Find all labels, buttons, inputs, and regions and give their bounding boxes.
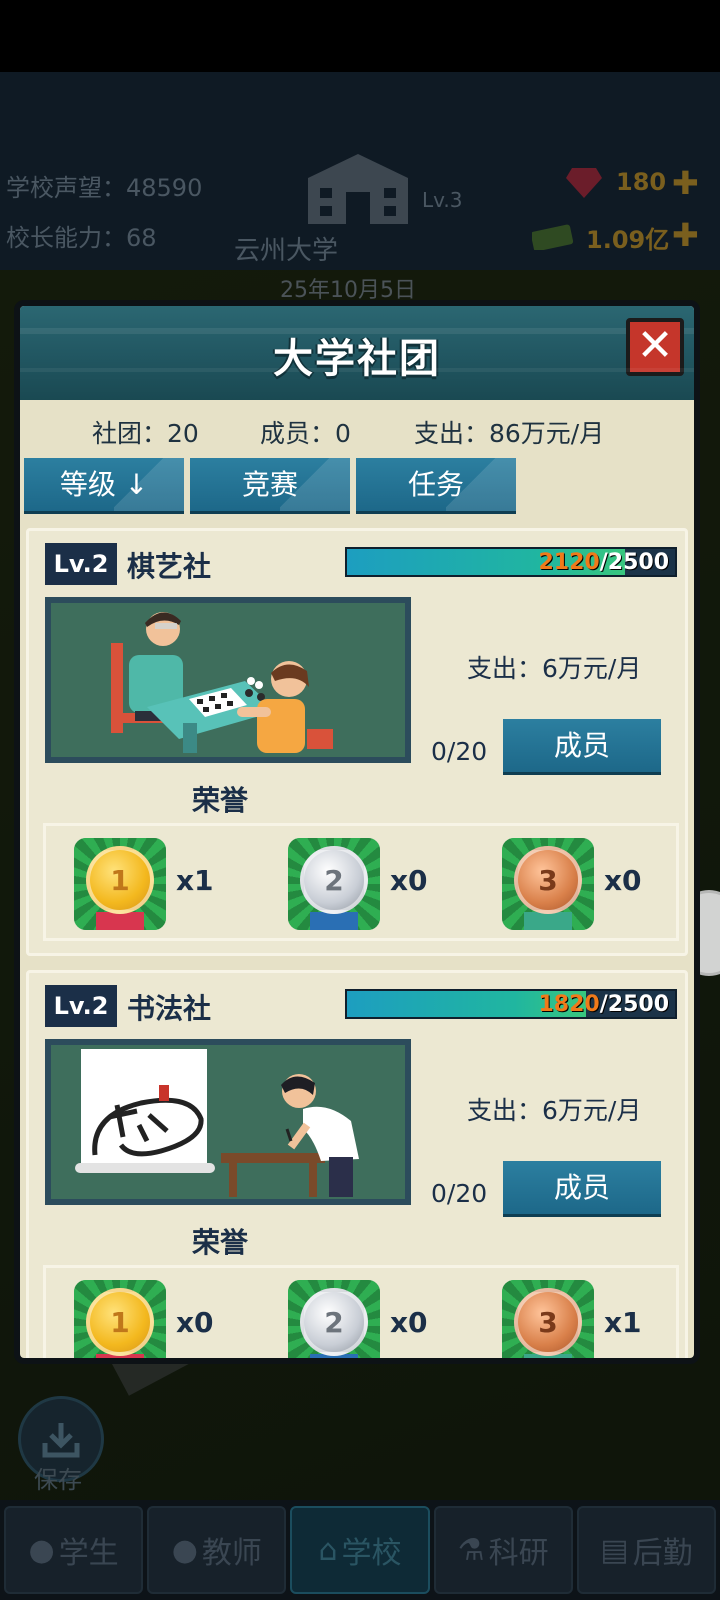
- club-level-badge: Lv.2: [45, 985, 117, 1027]
- club-card: Lv.2 书法社 1820/2500 支出：6万元/月 0/20 成员 荣誉 1…: [26, 970, 688, 1358]
- total-expense: 支出：86万元/月: [414, 419, 605, 448]
- bronze-medal-icon: 3: [502, 838, 594, 930]
- club-count: 社团：20: [92, 419, 199, 448]
- school-info-bar: 学校声望：48590 校长能力：68 Lv.3 云州大学 180 ✚ 1.09亿…: [0, 72, 720, 270]
- club-member-count: 0/20: [431, 737, 488, 766]
- sort-level-button[interactable]: 等级 ↓: [24, 458, 184, 514]
- gold-medal-count: x0: [176, 1306, 214, 1339]
- money-icon: [532, 224, 574, 250]
- nav-research-label: 科研: [488, 1536, 549, 1571]
- members-button[interactable]: 成员: [503, 1161, 661, 1217]
- principal-ability-label: 校长能力：68: [6, 224, 157, 252]
- club-list[interactable]: Lv.2 棋艺社 2120/2500 支出：6万元/月 0/20 成员 荣誉 1…: [26, 528, 688, 1358]
- school-icon: ⌂: [318, 1532, 338, 1568]
- dialog-title: 大学社团: [273, 336, 441, 382]
- honor-title: 荣誉: [191, 1226, 248, 1259]
- club-expense: 支出：6万元/月: [467, 654, 642, 683]
- gem-icon: [566, 168, 602, 198]
- club-progress-text: 1820/2500: [539, 992, 670, 1017]
- club-progress-current: 2120: [538, 550, 600, 575]
- add-money-icon[interactable]: ✚: [672, 216, 699, 254]
- game-date: 25年10月5日: [280, 278, 416, 303]
- reputation-label: 学校声望：48590: [6, 174, 203, 202]
- silver-medal-count: x0: [390, 1306, 428, 1339]
- student-icon: ●: [28, 1532, 55, 1568]
- research-icon: ⚗: [457, 1532, 485, 1568]
- club-progress-current: 1820: [538, 992, 600, 1017]
- club-progress-max: /2500: [599, 992, 669, 1017]
- club-stats: 社团：20 成员：0 支出：86万元/月: [20, 406, 694, 458]
- status-bar: [0, 0, 720, 72]
- gold-medal-icon: 1: [74, 838, 166, 930]
- gem-count: 180: [616, 168, 667, 196]
- club-level-badge: Lv.2: [45, 543, 117, 585]
- school-level: Lv.3: [422, 188, 463, 212]
- nav-research[interactable]: ⚗ 科研: [433, 1506, 573, 1594]
- club-progress-bar: 1820/2500: [345, 989, 677, 1019]
- chess-club-illustration: [45, 597, 411, 763]
- member-count: 成员：0: [260, 419, 351, 448]
- honor-box: 1 x1 2 x0 3 x0: [43, 823, 679, 941]
- bronze-medal-count: x0: [604, 864, 642, 897]
- nav-logistics-label: 后勤: [632, 1536, 693, 1571]
- school-building-icon: [308, 154, 408, 224]
- club-card: Lv.2 棋艺社 2120/2500 支出：6万元/月 0/20 成员 荣誉 1…: [26, 528, 688, 956]
- calligraphy-image: [75, 1049, 359, 1197]
- nav-teachers-label: 教师: [201, 1536, 262, 1571]
- gold-medal-rank: 1: [86, 1288, 154, 1356]
- club-expense: 支出：6万元/月: [467, 1096, 642, 1125]
- nav-teachers[interactable]: ● 教师: [147, 1506, 287, 1594]
- honor-title: 荣誉: [191, 784, 248, 817]
- club-name: 书法社: [127, 992, 212, 1025]
- competition-button[interactable]: 竞赛: [190, 458, 350, 514]
- nav-logistics[interactable]: ▤ 后勤: [576, 1506, 717, 1594]
- nav-students[interactable]: ● 学生: [4, 1506, 144, 1594]
- bronze-medal-icon: 3: [502, 1280, 594, 1358]
- nav-school[interactable]: ⌂ 学校: [290, 1506, 430, 1594]
- club-member-count: 0/20: [431, 1179, 488, 1208]
- members-button[interactable]: 成员: [503, 719, 661, 775]
- silver-medal-count: x0: [390, 864, 428, 897]
- calligraphy-club-illustration: [45, 1039, 411, 1205]
- club-dialog: 大学社团 ✕ 社团：20 成员：0 支出：86万元/月 等级 ↓ 竞赛 任务 L…: [14, 300, 700, 1364]
- close-icon: ✕: [636, 320, 674, 371]
- bronze-medal-rank: 3: [514, 1288, 582, 1356]
- club-progress-text: 2120/2500: [539, 550, 670, 575]
- download-icon: [42, 1423, 80, 1458]
- logistics-icon: ▤: [600, 1532, 629, 1568]
- silver-medal-icon: 2: [288, 838, 380, 930]
- add-gems-icon[interactable]: ✚: [672, 164, 699, 202]
- money-amount: 1.09亿: [586, 226, 670, 254]
- bronze-medal-count: x1: [604, 1306, 642, 1339]
- silver-medal-rank: 2: [300, 1288, 368, 1356]
- nav-students-label: 学生: [58, 1536, 119, 1571]
- bronze-medal-rank: 3: [514, 846, 582, 914]
- dialog-header: 大学社团 ✕: [20, 306, 694, 400]
- save-label: 保存: [34, 1466, 82, 1494]
- silver-medal-rank: 2: [300, 846, 368, 914]
- gold-medal-icon: 1: [74, 1280, 166, 1358]
- school-name: 云州大学: [234, 236, 339, 266]
- gold-medal-rank: 1: [86, 846, 154, 914]
- chess-players-image: [111, 612, 333, 753]
- teacher-icon: ●: [171, 1532, 198, 1568]
- club-name: 棋艺社: [127, 550, 212, 583]
- task-button[interactable]: 任务: [356, 458, 516, 514]
- silver-medal-icon: 2: [288, 1280, 380, 1358]
- honor-box: 1 x0 2 x0 3 x1: [43, 1265, 679, 1358]
- close-button[interactable]: ✕: [626, 318, 684, 376]
- gold-medal-count: x1: [176, 864, 214, 897]
- nav-school-label: 学校: [341, 1536, 402, 1571]
- bottom-nav: ● 学生 ● 教师 ⌂ 学校 ⚗ 科研 ▤ 后勤: [0, 1500, 720, 1600]
- club-progress-bar: 2120/2500: [345, 547, 677, 577]
- club-progress-max: /2500: [599, 550, 669, 575]
